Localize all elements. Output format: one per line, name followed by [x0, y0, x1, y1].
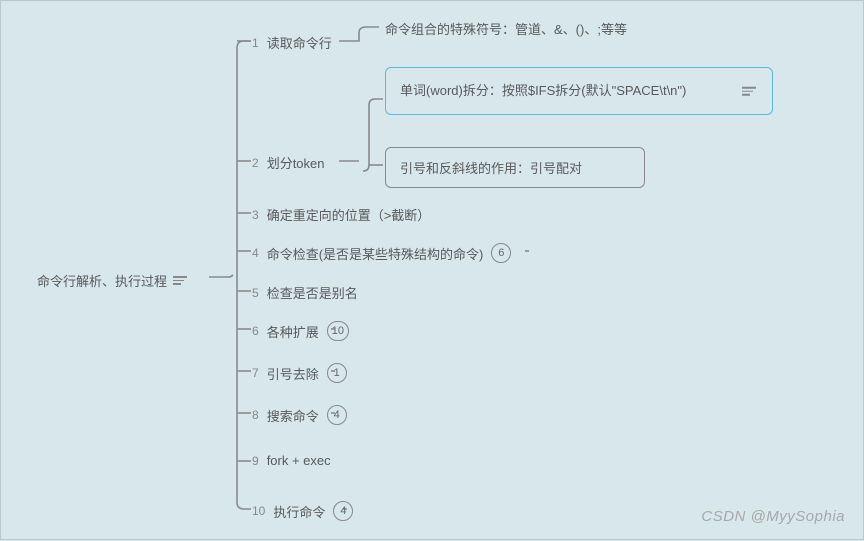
root-title: 命令行解析、执行过程: [37, 271, 167, 290]
count-badge[interactable]: 4: [333, 501, 353, 521]
root-node[interactable]: 命令行解析、执行过程: [37, 271, 193, 290]
node-5[interactable]: 5 检查是否是别名: [252, 283, 358, 302]
node-number: 1: [252, 36, 259, 50]
node-label: 命令检查(是否是某些特殊结构的命令): [267, 244, 484, 263]
node-number: 6: [252, 324, 259, 338]
count-badge[interactable]: 1: [327, 363, 347, 383]
node-6[interactable]: 6 各种扩展 10: [252, 321, 349, 341]
node-4[interactable]: 4 命令检查(是否是某些特殊结构的命令) 6: [252, 243, 511, 263]
node-label: 读取命令行: [267, 33, 332, 52]
box-text: 单词(word)拆分：按照$IFS拆分(默认"SPACE\t\n"): [400, 80, 720, 102]
node-number: 10: [252, 504, 265, 518]
node-label: 执行命令: [273, 502, 325, 521]
node-label: fork + exec: [267, 453, 331, 468]
node-number: 3: [252, 208, 259, 222]
node-label: 划分token: [267, 153, 325, 172]
node-number: 4: [252, 246, 259, 260]
box-text: 引号和反斜线的作用：引号配对: [400, 161, 582, 176]
sub-label: 命令组合的特殊符号：管道、&、()、;等等: [385, 19, 627, 38]
node-3[interactable]: 3 确定重定向的位置（>截断）: [252, 205, 430, 224]
node-1[interactable]: 1 读取命令行: [252, 33, 332, 52]
node-label: 搜索命令: [267, 406, 319, 425]
box-quote[interactable]: 引号和反斜线的作用：引号配对: [385, 147, 645, 188]
node-number: 8: [252, 408, 259, 422]
count-badge[interactable]: 4: [327, 405, 347, 425]
watermark: CSDN @MyySophia: [701, 508, 845, 525]
count-badge[interactable]: 6: [491, 243, 511, 263]
node-10[interactable]: 10 执行命令 4: [252, 501, 353, 521]
node-2[interactable]: 2 划分token: [252, 153, 325, 172]
node-label: 检查是否是别名: [267, 283, 358, 302]
node-9[interactable]: 9 fork + exec: [252, 453, 331, 468]
node-label: 引号去除: [267, 364, 319, 383]
menu-icon[interactable]: [742, 87, 756, 96]
node-7[interactable]: 7 引号去除 1: [252, 363, 347, 383]
menu-icon[interactable]: [173, 276, 187, 285]
node-1-sub[interactable]: 命令组合的特殊符号：管道、&、()、;等等: [385, 19, 627, 38]
node-number: 2: [252, 156, 259, 170]
node-number: 5: [252, 286, 259, 300]
node-8[interactable]: 8 搜索命令 4: [252, 405, 347, 425]
box-word-split[interactable]: 单词(word)拆分：按照$IFS拆分(默认"SPACE\t\n"): [385, 67, 773, 115]
node-label: 各种扩展: [267, 322, 319, 341]
count-badge[interactable]: 10: [327, 321, 349, 341]
node-number: 9: [252, 454, 259, 468]
node-label: 确定重定向的位置（>截断）: [267, 205, 431, 224]
node-number: 7: [252, 366, 259, 380]
